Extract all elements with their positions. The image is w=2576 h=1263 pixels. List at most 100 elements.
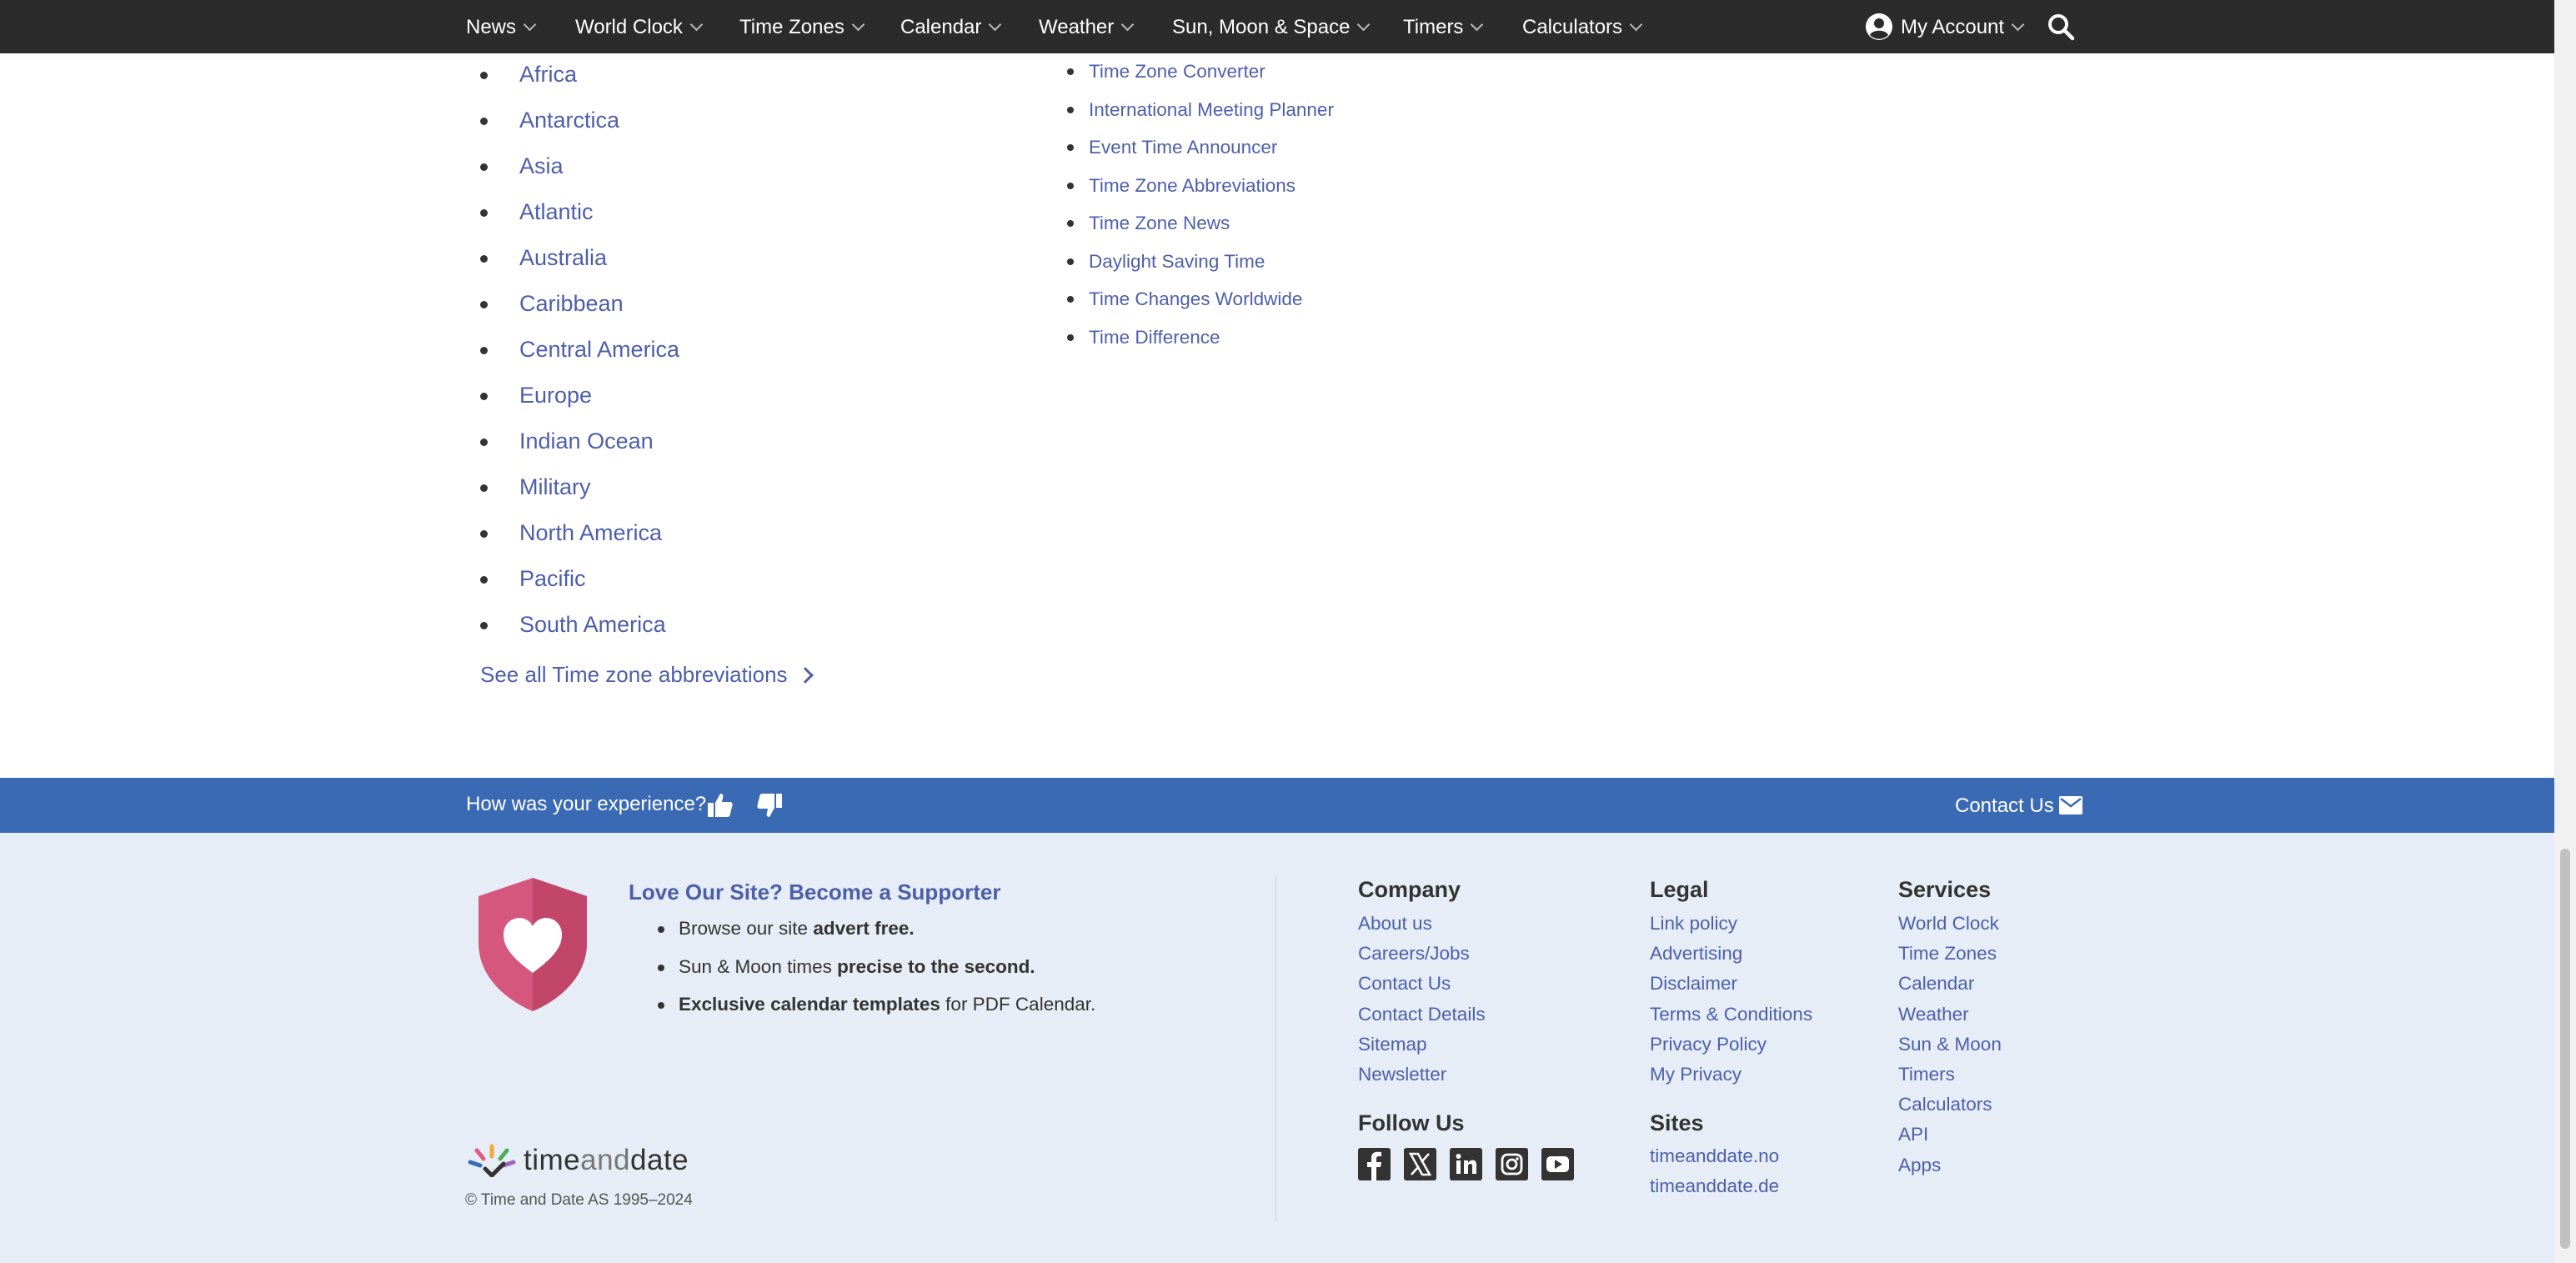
footer-link[interactable]: My Privacy [1650, 1060, 1812, 1090]
footer-link[interactable]: Contact Us [1358, 969, 1486, 999]
region-link[interactable]: Antarctica [480, 98, 679, 143]
chevron-down-icon [1357, 18, 1371, 32]
region-link[interactable]: Australia [480, 235, 679, 281]
logo-sunburst-icon [468, 1144, 516, 1177]
thumbs-down-button[interactable] [754, 790, 784, 820]
feedback-bar: How was your experience? Contact Us [0, 778, 2554, 833]
mail-icon[interactable] [2059, 796, 2082, 814]
nav-timers[interactable]: Timers [1403, 0, 1484, 53]
my-account-button[interactable]: My Account [1865, 0, 2025, 53]
feedback-question: How was your experience? [466, 793, 707, 815]
chevron-down-icon [1471, 18, 1484, 32]
benefit-item: Sun & Moon times precise to the second. [658, 948, 1095, 986]
footer-link[interactable]: Sun & Moon [1898, 1030, 2002, 1060]
chevron-right-icon [796, 667, 814, 684]
tool-link[interactable]: Time Changes Worldwide [1067, 284, 1334, 323]
nav-calculators[interactable]: Calculators [1522, 0, 1643, 53]
footer-divider [1275, 875, 1276, 1221]
tool-link[interactable]: Event Time Announcer [1067, 133, 1334, 171]
follow-us-heading: Follow Us [1358, 1110, 1465, 1135]
footer-link[interactable]: Sitemap [1358, 1030, 1486, 1060]
legal-links: Link policy Advertising Disclaimer Terms… [1650, 909, 1812, 1090]
youtube-icon[interactable] [1541, 1148, 1574, 1180]
instagram-icon[interactable] [1496, 1148, 1528, 1180]
region-link[interactable]: Caribbean [480, 281, 679, 327]
facebook-icon[interactable] [1358, 1148, 1391, 1180]
footer-link[interactable]: Terms & Conditions [1650, 1000, 1812, 1030]
region-link[interactable]: Africa [480, 52, 679, 98]
supporter-benefits: Browse our site advert free. Sun & Moon … [658, 910, 1095, 1024]
footer-link[interactable]: Privacy Policy [1650, 1030, 1812, 1060]
services-heading: Services [1898, 877, 1992, 902]
nav-weather[interactable]: Weather [1039, 0, 1135, 53]
chevron-down-icon [1121, 18, 1135, 32]
benefit-item: Browse our site advert free. [658, 910, 1095, 948]
region-link[interactable]: Military [480, 464, 679, 510]
footer-link[interactable]: Newsletter [1358, 1060, 1486, 1090]
user-icon [1866, 13, 1892, 40]
chevron-down-icon [523, 18, 537, 32]
copyright: © Time and Date AS 1995–2024 [465, 1191, 693, 1209]
tool-link[interactable]: International Meeting Planner [1067, 95, 1334, 133]
top-navigation: News World Clock Time Zones Calendar Wea… [0, 0, 2554, 53]
search-icon [2048, 14, 2075, 41]
x-twitter-icon[interactable] [1404, 1148, 1436, 1180]
region-link[interactable]: Indian Ocean [480, 418, 679, 464]
sites-heading: Sites [1650, 1110, 1704, 1135]
search-button[interactable] [2046, 12, 2076, 42]
chevron-down-icon [1629, 18, 1643, 32]
contact-us-link[interactable]: Contact Us [1955, 794, 2054, 818]
footer-link[interactable]: timeanddate.de [1650, 1171, 1779, 1201]
footer-link[interactable]: timeanddate.no [1650, 1141, 1779, 1171]
region-link[interactable]: Atlantic [480, 189, 679, 235]
region-link[interactable]: Asia [480, 143, 679, 189]
legal-heading: Legal [1650, 877, 1709, 902]
tool-link[interactable]: Time Zone Converter [1067, 57, 1334, 95]
footer-link[interactable]: Calculators [1898, 1090, 2002, 1120]
footer-link[interactable]: Disclaimer [1650, 969, 1812, 999]
nav-world-clock[interactable]: World Clock [575, 0, 704, 53]
nav-news[interactable]: News [466, 0, 537, 53]
footer-link[interactable]: About us [1358, 909, 1486, 939]
nav-sun-moon-space[interactable]: Sun, Moon & Space [1172, 0, 1371, 53]
thumbs-up-icon [708, 794, 733, 817]
region-link[interactable]: South America [480, 602, 679, 648]
see-all-abbreviations-link[interactable]: See all Time zone abbreviations [480, 662, 814, 688]
tool-link[interactable]: Time Zone Abbreviations [1067, 171, 1334, 209]
company-heading: Company [1358, 877, 1461, 902]
sites-links: timeanddate.no timeanddate.de [1650, 1141, 1779, 1201]
footer-link[interactable]: Weather [1898, 1000, 2002, 1030]
tool-link[interactable]: Time Zone News [1067, 208, 1334, 247]
company-links: About us Careers/Jobs Contact Us Contact… [1358, 909, 1486, 1090]
footer: Love Our Site? Become a Supporter Browse… [0, 833, 2554, 1263]
thumbs-up-button[interactable] [705, 790, 735, 820]
thumbs-down-icon [757, 794, 782, 817]
nav-calendar[interactable]: Calendar [900, 0, 1002, 53]
footer-link[interactable]: Timers [1898, 1060, 2002, 1090]
region-list: Africa Antarctica Asia Atlantic Australi… [480, 52, 679, 648]
footer-link[interactable]: Time Zones [1898, 939, 2002, 969]
page-scrollbar[interactable] [2554, 0, 2576, 1263]
nav-time-zones[interactable]: Time Zones [739, 0, 865, 53]
chevron-down-icon [2011, 18, 2025, 32]
footer-link[interactable]: Careers/Jobs [1358, 939, 1486, 969]
become-supporter-link[interactable]: Love Our Site? Become a Supporter [629, 880, 1000, 905]
chevron-down-icon [989, 18, 1002, 32]
scrollbar-thumb[interactable] [2560, 849, 2570, 1249]
footer-link[interactable]: Link policy [1650, 909, 1812, 939]
region-link[interactable]: Central America [480, 327, 679, 373]
footer-link[interactable]: Contact Details [1358, 1000, 1486, 1030]
benefit-item: Exclusive calendar templates for PDF Cal… [658, 985, 1095, 1024]
footer-link[interactable]: Apps [1898, 1150, 2002, 1180]
footer-link[interactable]: World Clock [1898, 909, 2002, 939]
region-link[interactable]: Pacific [480, 556, 679, 602]
linkedin-icon[interactable] [1450, 1148, 1482, 1180]
region-link[interactable]: Europe [480, 373, 679, 418]
footer-link[interactable]: Calendar [1898, 969, 2002, 999]
tool-link[interactable]: Daylight Saving Time [1067, 247, 1334, 285]
footer-link[interactable]: API [1898, 1120, 2002, 1150]
region-link[interactable]: North America [480, 510, 679, 556]
tool-link[interactable]: Time Difference [1067, 323, 1334, 361]
footer-link[interactable]: Advertising [1650, 939, 1812, 969]
time-zone-tools-list: Time Zone Converter International Meetin… [1067, 57, 1334, 360]
